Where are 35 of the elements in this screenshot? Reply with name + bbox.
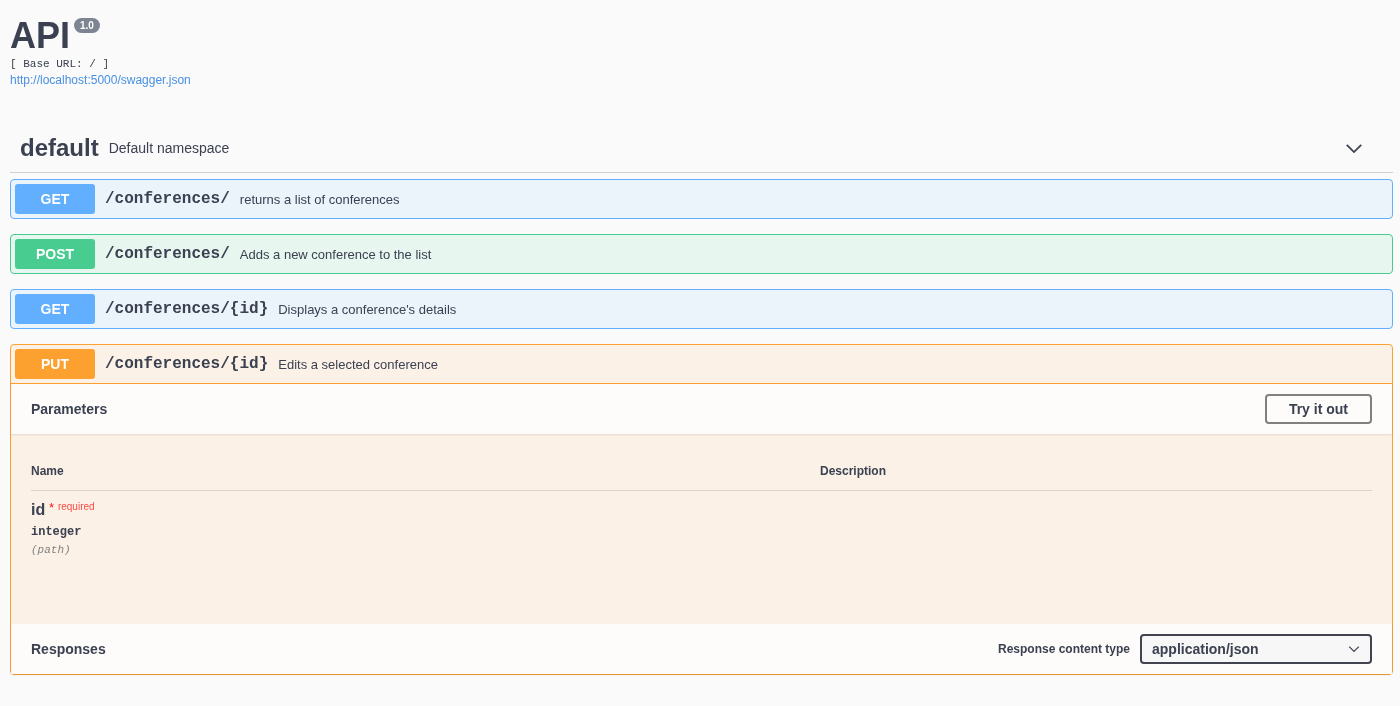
parameter-name: id (31, 501, 46, 519)
parameters-title: Parameters (31, 401, 108, 417)
endpoint-path: /conferences/{id} (105, 355, 269, 373)
version-badge: 1.0 (74, 18, 100, 33)
method-badge: GET (15, 184, 95, 214)
required-label: required (57, 501, 95, 512)
endpoint-summary: Edits a selected conference (278, 356, 438, 372)
operation-header[interactable]: GET /conferences/{id} Displays a conference's details (11, 290, 1392, 328)
parameter-location: (path) (31, 544, 72, 556)
required-mark: * (49, 501, 54, 515)
responses-title: Responses (31, 641, 106, 657)
endpoint-summary: Displays a conference's details (278, 301, 457, 317)
endpoint-path: /conferences/{id} (105, 300, 269, 318)
endpoint-summary: returns a list of conferences (239, 191, 400, 207)
section-header[interactable]: default Default namespace (10, 134, 1393, 173)
content-type-label: Response content type (997, 642, 1130, 656)
endpoint-path: /conferences/ (105, 190, 230, 208)
endpoint-summary: Adds a new conference to the list (239, 246, 432, 262)
operation-header[interactable]: GET /conferences/ returns a list of conferences (11, 180, 1392, 218)
operation-header[interactable]: POST /conferences/ Adds a new conference to the list (11, 235, 1392, 273)
try-it-out-button[interactable]: Try it out (1264, 394, 1372, 424)
method-badge: PUT (15, 349, 95, 379)
section-description: Default namespace (108, 140, 231, 156)
column-header: Description (820, 464, 887, 478)
parameter-type: integer (31, 525, 83, 539)
section-name: default (20, 134, 99, 162)
method-badge: GET (15, 294, 95, 324)
content-type-select[interactable]: application/json (1140, 634, 1372, 664)
base-url: [ Base URL: / ] (10, 58, 111, 70)
method-badge: POST (15, 239, 95, 269)
api-title: API (10, 14, 70, 58)
chevron-down-icon[interactable] (1348, 645, 1360, 653)
column-header: Name (31, 464, 65, 478)
endpoint-path: /conferences/ (105, 245, 230, 263)
chevron-down-icon[interactable] (1345, 142, 1363, 154)
